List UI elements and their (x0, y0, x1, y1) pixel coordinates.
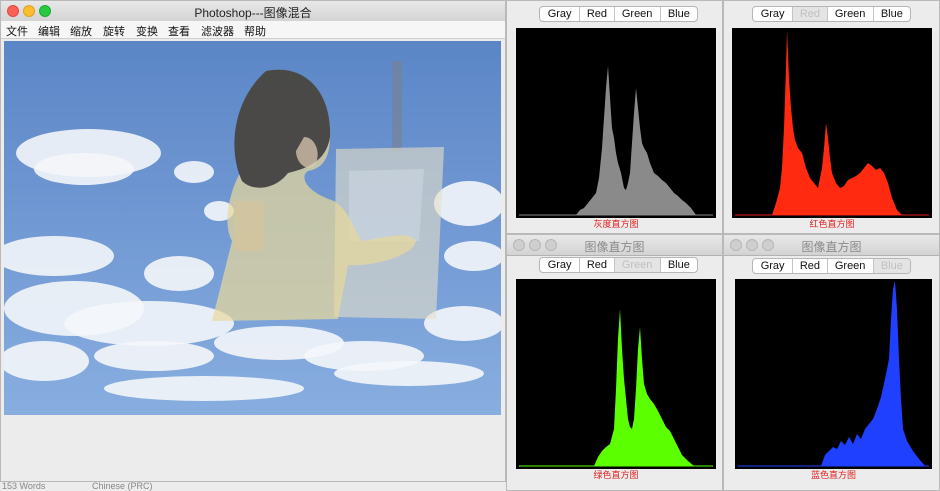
histogram-window-gray: Gray Red Green Blue 灰度直方图 (506, 0, 723, 234)
blue-channel-button[interactable]: Blue (874, 7, 910, 21)
red-channel-button[interactable]: Red (580, 7, 615, 21)
menu-view[interactable]: 查看 (168, 23, 190, 39)
menu-edit[interactable]: 编辑 (38, 23, 60, 39)
channel-selector: Gray Red Green Blue (752, 6, 911, 22)
blue-window-titlebar[interactable]: 图像直方图 (724, 235, 939, 256)
histogram-window-green: 图像直方图 Gray Red Green Blue 绿色直方图 (506, 234, 723, 491)
window-title: 图像直方图 (801, 240, 862, 254)
green-channel-button[interactable]: Green (828, 259, 874, 273)
blue-histogram-area (821, 281, 925, 466)
green-histogram-area (594, 309, 694, 466)
histogram-window-red: Gray Red Green Blue 红色直方图 (723, 0, 940, 234)
channel-selector: Gray Red Green Blue (539, 257, 698, 273)
blue-histogram-chart (738, 281, 929, 467)
menu-bar: 文件 编辑 缩放 旋转 变换 查看 滤波器 帮助 (1, 21, 505, 39)
blue-channel-button[interactable]: Blue (661, 7, 697, 21)
gray-histogram-plot: 灰度直方图 (516, 28, 716, 229)
window-title: 图像直方图 (584, 240, 645, 254)
blue-histogram-plot: 蓝色直方图 (735, 279, 932, 480)
blue-channel-button[interactable]: Blue (661, 258, 697, 272)
language-indicator: Chinese (PRC) (92, 481, 153, 491)
menu-transform[interactable]: 变换 (136, 23, 158, 39)
red-channel-button[interactable]: Red (793, 7, 828, 21)
gray-histogram-area (576, 66, 696, 215)
gray-channel-button[interactable]: Gray (540, 7, 581, 21)
red-histogram-chart (735, 30, 929, 216)
status-bar: 153 Words Chinese (PRC) (0, 481, 505, 491)
channel-selector: Gray Red Green Blue (752, 258, 911, 274)
green-histogram-caption: 绿色直方图 (593, 470, 639, 480)
blended-image-canvas[interactable] (4, 41, 501, 415)
red-histogram-area (772, 30, 902, 215)
red-histogram-caption: 红色直方图 (809, 219, 855, 229)
gray-channel-button[interactable]: Gray (753, 259, 794, 273)
green-histogram-plot: 绿色直方图 (516, 279, 716, 480)
red-channel-button[interactable]: Red (793, 259, 828, 273)
green-channel-button[interactable]: Green (615, 7, 661, 21)
menu-rotate[interactable]: 旋转 (103, 23, 125, 39)
green-window-titlebar[interactable]: 图像直方图 (507, 235, 722, 256)
histogram-window-blue: 图像直方图 Gray Red Green Blue 蓝色直方图 (723, 234, 940, 491)
menu-file[interactable]: 文件 (6, 23, 28, 39)
red-histogram-plot: 红色直方图 (732, 28, 932, 229)
menu-zoom[interactable]: 缩放 (70, 23, 92, 39)
main-titlebar[interactable]: Photoshop---图像混合 (1, 1, 505, 22)
gray-channel-button[interactable]: Gray (753, 7, 794, 21)
main-window: Photoshop---图像混合 文件 编辑 缩放 旋转 变换 查看 滤波器 帮… (0, 0, 506, 482)
blue-histogram-caption: 蓝色直方图 (810, 470, 856, 480)
menu-filter[interactable]: 滤波器 (201, 23, 234, 39)
green-channel-button[interactable]: Green (614, 258, 661, 272)
word-count: 153 Words (2, 481, 46, 491)
green-channel-button[interactable]: Green (828, 7, 874, 21)
red-channel-button[interactable]: Red (580, 258, 615, 272)
gray-histogram-caption: 灰度直方图 (593, 219, 639, 229)
girl-painting-overlay (212, 61, 444, 321)
green-histogram-chart (519, 309, 713, 467)
blue-channel-button[interactable]: Blue (873, 259, 910, 273)
gray-histogram-chart (519, 66, 713, 216)
gray-channel-button[interactable]: Gray (540, 258, 581, 272)
window-title: Photoshop---图像混合 (194, 6, 312, 20)
menu-help[interactable]: 帮助 (244, 23, 266, 39)
channel-selector: Gray Red Green Blue (539, 6, 698, 22)
